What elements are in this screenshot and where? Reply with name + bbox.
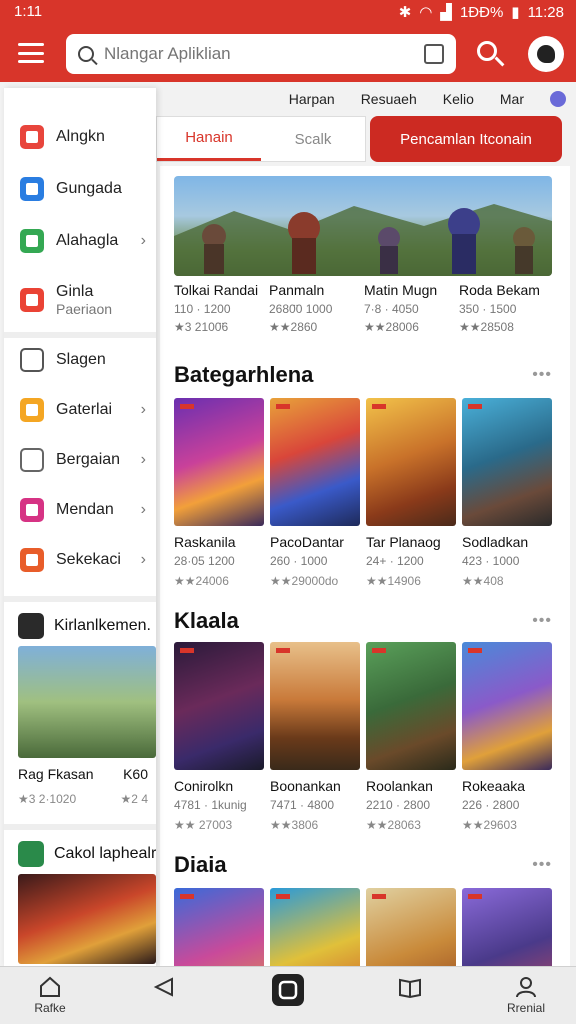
drawer-divider	[4, 824, 156, 830]
game-card[interactable]	[366, 888, 456, 966]
bottom-nav: Rafke Rrenial	[0, 966, 576, 1024]
game-logo-icon	[18, 613, 44, 639]
bag-icon	[20, 548, 44, 572]
tab-hanain[interactable]: Hanain	[157, 117, 261, 161]
drawer-item[interactable]: Alngkn	[4, 115, 156, 159]
chevron-right-icon: ›	[140, 451, 146, 468]
side-game-image	[18, 646, 156, 758]
nav-back[interactable]	[134, 975, 194, 1001]
nav-home[interactable]: Rafke	[20, 975, 80, 1015]
banner-labels: Tolkai Randai 110 · 1200 ★3 2100̈6 Panma…	[174, 282, 554, 334]
more-button[interactable]: •••	[532, 366, 552, 384]
nav-library[interactable]	[380, 975, 440, 1001]
chevron-right-icon: ›	[140, 501, 146, 518]
chevron-right-icon: ›	[140, 551, 146, 568]
drawer-item[interactable]: Gaterlai ›	[4, 388, 156, 432]
sublink-resuaeh[interactable]: Resuaeh	[361, 91, 417, 107]
app-icon	[271, 973, 305, 1007]
profile-icon	[514, 975, 538, 999]
chevron-right-icon: ›	[140, 232, 146, 249]
chevron-right-icon: ›	[140, 401, 146, 418]
drawer-divider	[4, 596, 156, 602]
featured-banner[interactable]	[174, 176, 552, 276]
status-time: 1:11	[14, 3, 43, 20]
search-button[interactable]	[474, 38, 506, 70]
banner-item[interactable]: Panmaln 2680̈0 1000 ★★2860	[269, 282, 364, 334]
game-card[interactable]: Sodladkan 423 · 1000 ★★408	[462, 398, 552, 588]
back-icon	[152, 975, 176, 999]
coin-icon	[20, 398, 44, 422]
sublink-mar[interactable]: Mar	[500, 91, 524, 107]
game-grid: Raskanila 28·05 1200 ★★24006 PacoDantar …	[174, 398, 554, 588]
game-grid: Conirolkn 4781 · 1kunig ★★ 27003 Boonank…	[174, 642, 554, 832]
box-icon	[20, 448, 44, 472]
search-input[interactable]	[104, 44, 424, 64]
sublink-kelio[interactable]: Kelio	[443, 91, 474, 107]
share-icon[interactable]	[424, 44, 444, 64]
game-card[interactable]: Raskanila 28·05 1200 ★★24006	[174, 398, 264, 588]
battery-percent: 1ĐĐ%	[459, 3, 504, 21]
game-logo-icon	[18, 841, 44, 867]
drawer-item[interactable]: Ginla Paeriaon	[4, 272, 156, 328]
game-card[interactable]	[462, 888, 552, 966]
side-game[interactable]: Kirlanlkemen. Rag Fkasan K60 ★3 2·1020 ★2 …	[4, 606, 156, 806]
search-icon	[78, 46, 94, 62]
flower-icon	[20, 288, 44, 312]
section-title: Bategarhlena	[174, 362, 314, 387]
book-icon	[398, 975, 422, 999]
game-card[interactable]: Conirolkn 4781 · 1kunig ★★ 27003	[174, 642, 264, 832]
apps-icon	[20, 125, 44, 149]
wifi-icon: ◠	[419, 4, 433, 21]
menu-button[interactable]	[16, 40, 46, 66]
banner-item[interactable]: Roda Bekam 350 · 1500 ★★28508	[459, 282, 554, 334]
banner-item[interactable]: Tolkai Randai 110 · 1200 ★3 2100̈6	[174, 282, 269, 334]
search-box[interactable]	[66, 34, 456, 74]
app-bar	[0, 26, 576, 82]
drawer-item[interactable]: Sekekaci ›	[4, 538, 156, 582]
game-card[interactable]: PacoDantar 260 · 1000 ★★29000do	[270, 398, 360, 588]
signal-icon: ▟	[440, 4, 452, 21]
status-clock: 11:28	[527, 3, 564, 21]
promo-button[interactable]: Pencamlan Itconain	[370, 116, 562, 162]
status-bar: 1:11 ✱ ◠ ▟ 1ĐĐ% ▮ 11:28	[0, 0, 576, 26]
profile-button[interactable]	[528, 36, 564, 72]
more-button[interactable]: •••	[532, 856, 552, 874]
nav-app[interactable]	[258, 973, 318, 1009]
home-icon	[38, 975, 62, 999]
tab-scalk[interactable]: Scalk	[261, 117, 365, 161]
drawer-item[interactable]: Mendan ›	[4, 488, 156, 532]
bluetooth-icon: ✱	[398, 4, 412, 21]
drawer-item[interactable]: Slagen	[4, 338, 156, 382]
banner-art	[174, 204, 552, 276]
globe-icon[interactable]	[550, 91, 566, 107]
drawer-item[interactable]: Gungada	[4, 167, 156, 211]
tab-bar: Hanain Scalk	[156, 116, 366, 162]
sub-links: Harpan Resuaeh Kelio Mar	[160, 86, 576, 112]
section-title: Diaia	[174, 852, 227, 877]
main-content: Tolkai Randai 110 · 1200 ★3 2100̈6 Panma…	[160, 166, 570, 966]
game-grid	[174, 888, 554, 966]
mascot-icon	[537, 45, 555, 63]
side-drawer: Alngkn Gungada Alahagla › Ginla Paeriaon …	[4, 88, 156, 966]
drawer-item[interactable]: Alahagla ›	[4, 219, 156, 263]
more-button[interactable]: •••	[532, 612, 552, 630]
drawer-item[interactable]: Bergaian ›	[4, 438, 156, 482]
side-game[interactable]: Cakol laphealr	[4, 834, 156, 964]
game-card[interactable]: Roolankan 2210 · 2800 ★★28063	[366, 642, 456, 832]
sublink-harpan[interactable]: Harpan	[289, 91, 335, 107]
banner-item[interactable]: Matin Mugn 7·8 · 4050 ★★28006	[364, 282, 459, 334]
game-card[interactable]: Tar Planaog 24+ · 1200 ★★14906	[366, 398, 456, 588]
game-card[interactable]: Rokeaaka 226 · 2800 ★★29603	[462, 642, 552, 832]
side-game-image	[18, 874, 156, 964]
game-card[interactable]	[174, 888, 264, 966]
battery-icon: ▮	[511, 4, 520, 21]
frame-icon	[20, 348, 44, 372]
square-icon	[20, 177, 44, 201]
play-icon	[20, 229, 44, 253]
game-card[interactable]: Boonankan 7471 · 4800 ★★3806	[270, 642, 360, 832]
game-card[interactable]	[270, 888, 360, 966]
bookmark-icon	[20, 498, 44, 522]
section-title: Klaala	[174, 608, 239, 633]
nav-profile[interactable]: Rrenial	[496, 975, 556, 1015]
